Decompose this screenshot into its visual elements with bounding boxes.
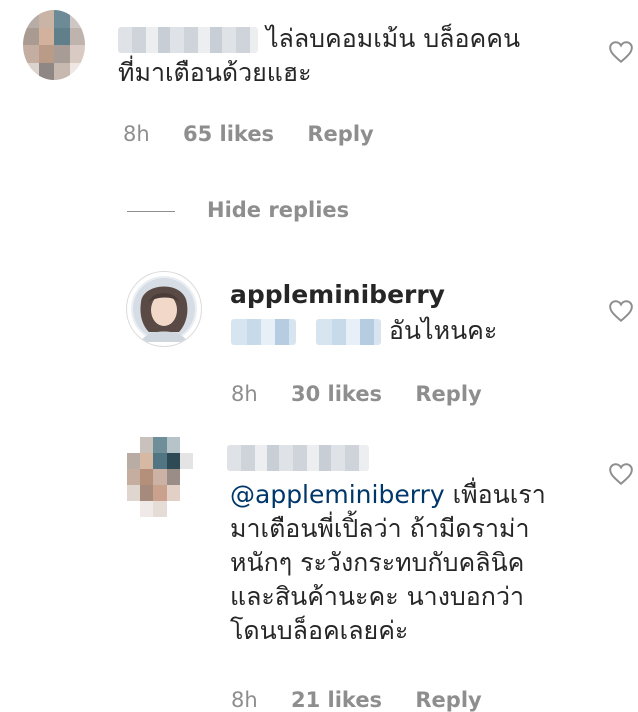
reply-line-4: และสินค้านะคะ นางบอกว่า — [230, 582, 525, 611]
hide-replies-button[interactable]: Hide replies — [207, 198, 349, 222]
pixelated-avatar-image — [23, 10, 85, 80]
comment-text: ไล่ลบคอมเม้น บล็อคคน ที่มาเตือนด้วยแฮะ — [118, 22, 568, 90]
likes-count[interactable]: 65 likes — [183, 122, 274, 146]
blurred-mention[interactable] — [315, 319, 381, 345]
reply-time: 8h — [231, 688, 258, 712]
reply-time: 8h — [231, 382, 258, 406]
pixelated-avatar-image — [127, 437, 193, 517]
likes-count[interactable]: 30 likes — [291, 382, 382, 406]
divider-line — [127, 211, 175, 212]
reply-button[interactable]: Reply — [307, 122, 373, 146]
reply-username[interactable]: appleminiberry — [230, 280, 445, 309]
profile-photo — [131, 276, 197, 342]
comment-line-2: ที่มาเตือนด้วยแฮะ — [118, 58, 312, 87]
heart-outline-icon[interactable] — [608, 40, 634, 64]
avatar[interactable] — [23, 10, 85, 80]
reply-line-2: มาเตือนพี่เปิ้ลว่า ถ้ามีดราม่า — [230, 514, 530, 543]
comment-meta: 8h 65 likes Reply — [123, 122, 374, 146]
comment-line-1: ไล่ลบคอมเม้น บล็อคคน — [265, 24, 521, 53]
mention-link[interactable]: @appleminiberry — [230, 480, 445, 509]
reply-line-3: หนักๆ ระวังกระทบกับคลินิค — [230, 548, 525, 577]
blurred-username[interactable] — [227, 445, 369, 471]
avatar[interactable] — [127, 437, 193, 517]
reply-line-1: เพื่อนเรา — [452, 480, 546, 509]
reply-text: @appleminiberry เพื่อนเรา มาเตือนพี่เปิ้… — [230, 478, 590, 648]
blurred-username[interactable] — [118, 27, 258, 53]
blurred-mention[interactable] — [231, 319, 296, 345]
likes-count[interactable]: 21 likes — [291, 688, 382, 712]
reply-meta: 8h 21 likes Reply — [231, 688, 482, 712]
blurred-username-block — [227, 445, 369, 471]
reply-button[interactable]: Reply — [415, 688, 481, 712]
reply-line-5: โดนบล็อคเลยค่ะ — [230, 616, 409, 645]
heart-outline-icon[interactable] — [608, 299, 634, 323]
reply-button[interactable]: Reply — [415, 382, 481, 406]
comment-time: 8h — [123, 122, 150, 146]
reply-line-1: อันไหนคะ — [388, 316, 498, 345]
reply-meta: 8h 30 likes Reply — [231, 382, 482, 406]
reply-text: อันไหนคะ — [231, 314, 591, 348]
heart-outline-icon[interactable] — [608, 462, 634, 486]
avatar-appleminiberry[interactable] — [126, 271, 202, 347]
